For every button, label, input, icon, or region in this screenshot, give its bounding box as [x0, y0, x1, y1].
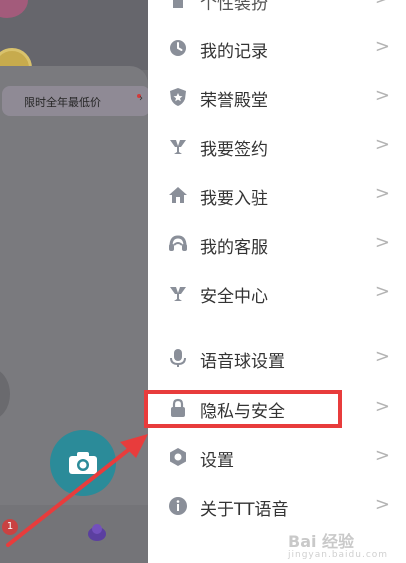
- shirt-icon: [173, 0, 183, 8]
- menu-item-label: 我的记录: [200, 42, 268, 62]
- menu-item-label: 我要签约: [200, 140, 268, 160]
- chevron-right-icon: >: [374, 183, 390, 204]
- chevron-right-icon: >: [374, 85, 390, 106]
- menu-item-voice-ball-settings[interactable]: 语音球设置 >: [148, 338, 406, 378]
- menu-item-hall-of-honor[interactable]: 荣誉殿堂 >: [148, 77, 406, 117]
- chevron-right-icon: >: [374, 494, 390, 515]
- menu-item-sign-contract[interactable]: 我要签约 >: [148, 126, 406, 166]
- menu-item-label: 设置: [200, 451, 234, 471]
- pet-icon[interactable]: [86, 522, 108, 542]
- highlight-box: [144, 390, 342, 428]
- menu-item-label: 我要入驻: [200, 189, 268, 209]
- headset-icon: [169, 235, 187, 251]
- trophy-icon: [170, 287, 186, 301]
- background-app-overlay[interactable]: 限时全年最低价 › 1: [0, 0, 148, 563]
- home-icon: [169, 187, 187, 203]
- watermark: Bai 经验 jingyan.baidu.com: [288, 528, 388, 560]
- menu-item-about[interactable]: 关于TT语音 >: [148, 486, 406, 526]
- camera-icon: [69, 452, 97, 474]
- promo-text: 限时全年最低价: [24, 96, 101, 109]
- menu-item-label: 关于TT语音: [200, 500, 289, 520]
- notification-badge: 1: [2, 519, 18, 535]
- chevron-right-icon: >: [375, 0, 390, 9]
- promo-chevron-icon: ›: [139, 93, 143, 104]
- menu-item-join[interactable]: 我要入驻 >: [148, 175, 406, 215]
- menu-item-settings[interactable]: 设置 >: [148, 437, 406, 477]
- menu-item-security-center[interactable]: 安全中心 >: [148, 273, 406, 313]
- chevron-right-icon: >: [374, 36, 390, 57]
- chevron-right-icon: >: [374, 445, 390, 466]
- watermark-main: Bai 经验: [288, 532, 355, 551]
- menu-item-label: 荣誉殿堂: [200, 91, 268, 111]
- clock-icon: [170, 40, 186, 56]
- chevron-right-icon: >: [374, 396, 390, 417]
- chevron-right-icon: >: [374, 134, 390, 155]
- hexagon-gear-icon: [170, 448, 186, 466]
- menu-item-label: 个性装扮: [200, 0, 268, 14]
- menu-item-label: 安全中心: [200, 287, 268, 307]
- info-icon: [169, 497, 187, 515]
- menu-item-label: 语音球设置: [200, 352, 285, 372]
- trophy-icon: [170, 140, 186, 154]
- menu-item-label: 我的客服: [200, 238, 268, 258]
- watermark-sub: jingyan.baidu.com: [288, 550, 389, 560]
- side-menu: 个性装扮 > 我的记录 > 荣誉殿堂 > 我要签约 > 我要入驻 >: [148, 0, 406, 563]
- chevron-right-icon: >: [374, 232, 390, 253]
- shield-icon: [170, 88, 186, 106]
- menu-item-my-records[interactable]: 我的记录 >: [148, 28, 406, 68]
- camera-button[interactable]: [50, 430, 116, 496]
- chevron-right-icon: >: [374, 346, 390, 367]
- microphone-icon: [170, 349, 186, 367]
- menu-item-customer-service[interactable]: 我的客服 >: [148, 224, 406, 264]
- chevron-right-icon: >: [374, 281, 390, 302]
- bottom-nav-bar: [0, 505, 148, 563]
- menu-item-dress-up[interactable]: 个性装扮 >: [148, 0, 406, 20]
